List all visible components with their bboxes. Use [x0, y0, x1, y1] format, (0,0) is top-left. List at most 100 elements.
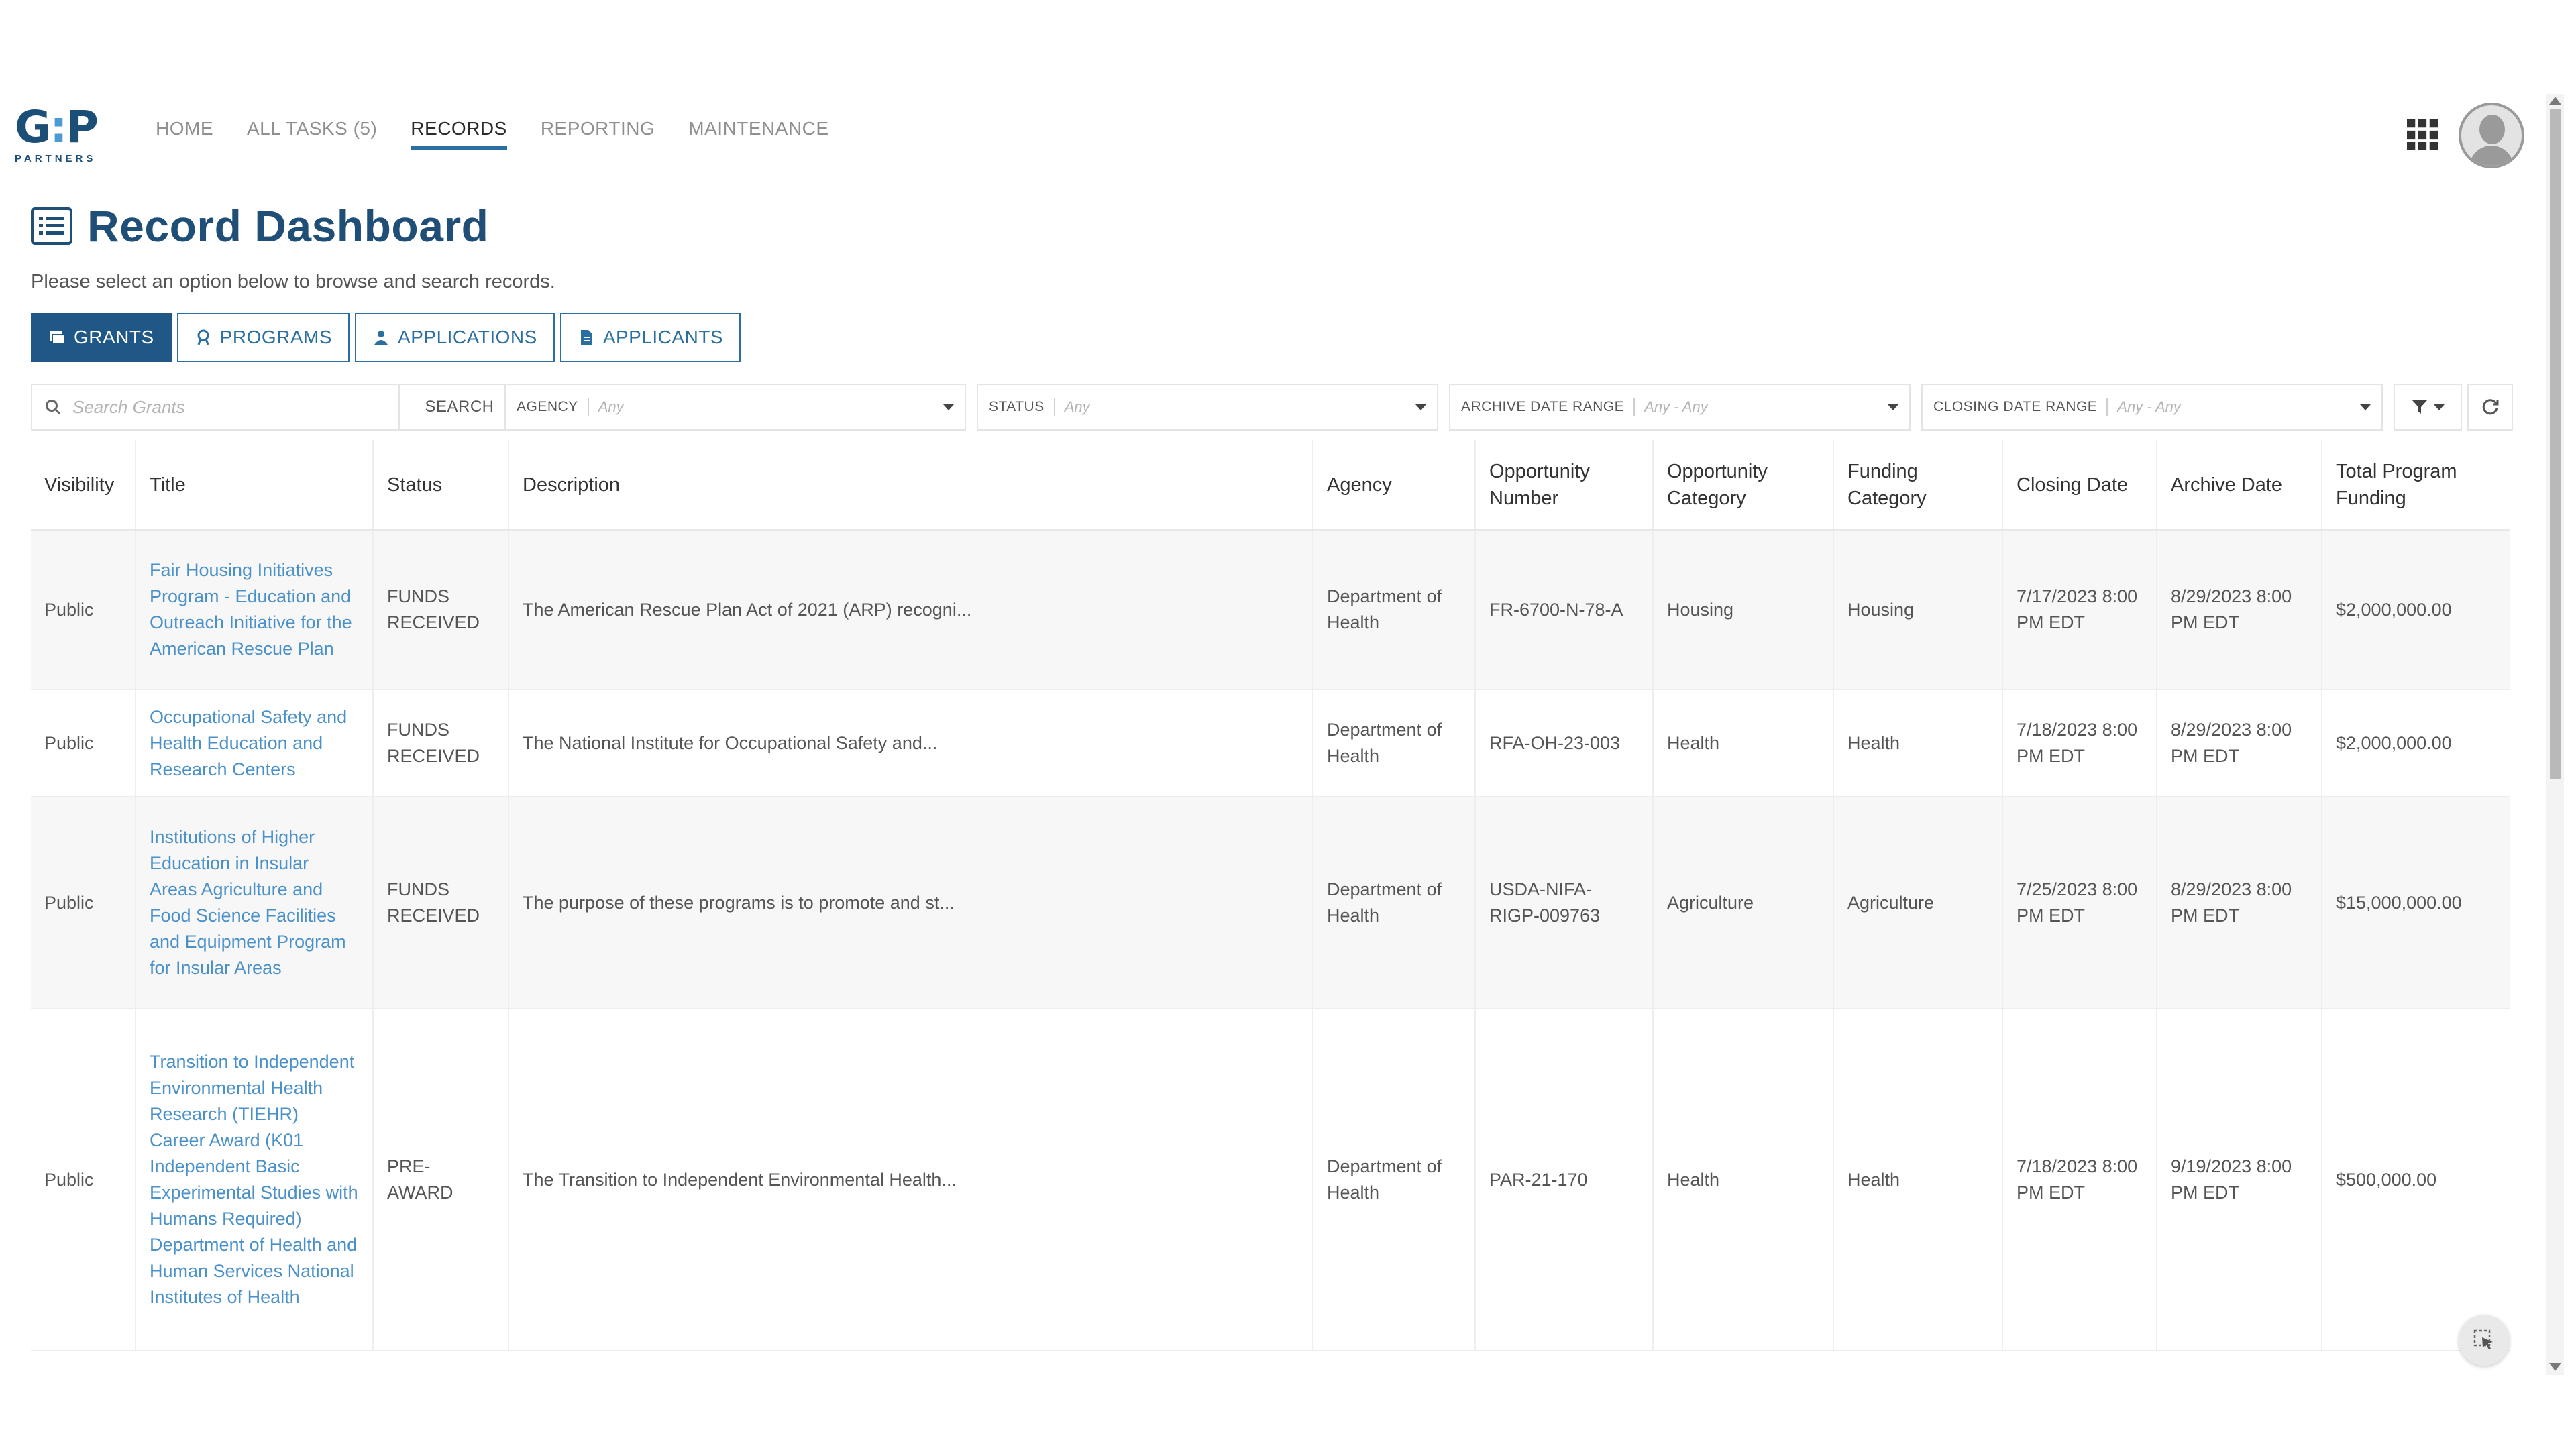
closing-date-range-dropdown[interactable]: CLOSING DATE RANGE Any - Any — [1921, 384, 2383, 431]
cell-funding-category: Health — [1833, 1009, 2003, 1351]
tab-applicants[interactable]: APPLICANTS — [559, 313, 741, 362]
status-filter-dropdown[interactable]: STATUS Any — [977, 384, 1438, 431]
divider — [1633, 398, 1635, 416]
column-header-funding-category[interactable]: Funding Category — [1833, 440, 2003, 531]
column-header-agency[interactable]: Agency — [1313, 440, 1476, 531]
page-title: Record Dashboard — [87, 201, 489, 251]
filter-bar: SEARCH AGENCY Any STATUS Any ARCHIVE DAT… — [31, 384, 2513, 431]
cell-title-link[interactable]: Institutions of Higher Education in Insu… — [136, 797, 374, 1009]
nav-link-all-tasks[interactable]: ALL TASKS (5) — [247, 118, 377, 150]
cell-funding-category: Agriculture — [1833, 797, 2003, 1009]
tab-grants[interactable]: GRANTS — [31, 313, 172, 362]
column-header-closing-date[interactable]: Closing Date — [2002, 440, 2157, 531]
nav-link-maintenance[interactable]: MAINTENANCE — [688, 118, 828, 150]
avatar-head-shape — [2479, 115, 2505, 144]
chevron-down-icon — [1888, 404, 1898, 410]
scroll-thumb[interactable] — [2550, 109, 2561, 779]
cell-visibility: Public — [31, 689, 136, 797]
cell-status: FUNDS RECEIVED — [373, 530, 509, 690]
table-header-row: Visibility Title Status Description Agen… — [31, 440, 2510, 531]
grants-table: Visibility Title Status Description Agen… — [31, 440, 2510, 1351]
column-header-opportunity-category[interactable]: Opportunity Category — [1653, 440, 1834, 531]
app-grid-icon[interactable] — [2407, 119, 2438, 150]
cell-closing-date: 7/18/2023 8:00 PM EDT — [2002, 689, 2157, 797]
cell-funding-category: Housing — [1833, 530, 2003, 690]
table-row[interactable]: Public Institutions of Higher Education … — [31, 797, 2510, 1009]
search-button[interactable]: SEARCH — [400, 384, 521, 431]
column-header-visibility[interactable]: Visibility — [31, 440, 136, 531]
cell-funding-category: Health — [1833, 689, 2003, 797]
table-row[interactable]: Public Occupational Safety and Health Ed… — [31, 689, 2510, 797]
filter-button[interactable] — [2394, 384, 2462, 431]
cell-agency: Department of Health — [1313, 689, 1476, 797]
cell-opportunity-number: RFA-OH-23-003 — [1475, 689, 1654, 797]
divider — [587, 398, 589, 416]
column-header-opportunity-number[interactable]: Opportunity Number — [1475, 440, 1654, 531]
gp-partners-logo[interactable]: G:P PARTNERS — [15, 102, 109, 169]
agency-filter-label: AGENCY — [517, 399, 578, 414]
cell-opportunity-number: PAR-21-170 — [1475, 1009, 1654, 1351]
tab-applications[interactable]: APPLICATIONS — [355, 313, 555, 362]
chevron-down-icon — [2360, 404, 2371, 410]
cell-description: The National Institute for Occupational … — [508, 689, 1313, 797]
cell-archive-date: 9/19/2023 8:00 PM EDT — [2157, 1009, 2322, 1351]
cell-archive-date: 8/29/2023 8:00 PM EDT — [2157, 530, 2322, 690]
divider — [2106, 398, 2108, 416]
archive-date-range-dropdown[interactable]: ARCHIVE DATE RANGE Any - Any — [1449, 384, 1911, 431]
table-row[interactable]: Public Fair Housing Initiatives Program … — [31, 530, 2510, 690]
logo-mark: G:P — [15, 101, 99, 153]
filter-icon — [2412, 400, 2427, 414]
top-navigation: G:P PARTNERS HOME ALL TASKS (5) RECORDS … — [0, 94, 2549, 174]
cell-title-link[interactable]: Occupational Safety and Health Education… — [136, 689, 374, 797]
tab-programs-label: PROGRAMS — [219, 327, 333, 347]
scroll-up-arrow-icon[interactable] — [2549, 97, 2561, 105]
tab-programs[interactable]: PROGRAMS — [176, 313, 350, 362]
column-header-archive-date[interactable]: Archive Date — [2157, 440, 2322, 531]
chevron-down-icon — [2434, 404, 2445, 410]
chevron-down-icon — [943, 404, 954, 410]
cursor-select-icon — [2473, 1329, 2493, 1349]
tab-applicants-label: APPLICANTS — [602, 327, 724, 347]
tab-applications-label: APPLICATIONS — [398, 327, 537, 347]
cell-status: PRE-AWARD — [373, 1009, 509, 1351]
record-dashboard-page: G:P PARTNERS HOME ALL TASKS (5) RECORDS … — [0, 0, 2576, 1444]
cell-description: The American Rescue Plan Act of 2021 (AR… — [508, 530, 1313, 690]
page-scrollbar[interactable] — [2546, 94, 2564, 1375]
column-header-status[interactable]: Status — [373, 440, 509, 531]
cell-opportunity-number: USDA-NIFA-RIGP-009763 — [1475, 797, 1654, 1009]
search-box — [31, 384, 400, 431]
cell-description: The Transition to Independent Environmen… — [508, 1009, 1313, 1351]
cell-closing-date: 7/25/2023 8:00 PM EDT — [2002, 797, 2157, 1009]
status-filter-value: Any — [1064, 398, 1090, 415]
cell-visibility: Public — [31, 530, 136, 690]
agency-filter-value: Any — [598, 398, 624, 415]
grants-icon — [50, 331, 65, 345]
cell-status: FUNDS RECEIVED — [373, 797, 509, 1009]
page-instructions: Please select an option below to browse … — [31, 271, 555, 292]
refresh-button[interactable] — [2467, 384, 2513, 431]
scroll-down-arrow-icon[interactable] — [2549, 1363, 2561, 1371]
cell-status: FUNDS RECEIVED — [373, 689, 509, 797]
cell-agency: Department of Health — [1313, 797, 1476, 1009]
column-header-description[interactable]: Description — [508, 440, 1313, 531]
nav-link-records[interactable]: RECORDS — [411, 118, 507, 150]
column-header-total-program-funding[interactable]: Total Program Funding — [2322, 440, 2510, 531]
record-list-icon — [31, 207, 72, 245]
cell-opportunity-number: FR-6700-N-78-A — [1475, 530, 1654, 690]
cell-closing-date: 7/18/2023 8:00 PM EDT — [2002, 1009, 2157, 1351]
agency-filter-dropdown[interactable]: AGENCY Any — [504, 384, 966, 431]
cell-title-link[interactable]: Transition to Independent Environmental … — [136, 1009, 374, 1351]
floating-action-button[interactable] — [2459, 1315, 2510, 1366]
archive-date-range-label: ARCHIVE DATE RANGE — [1461, 399, 1625, 414]
cell-closing-date: 7/17/2023 8:00 PM EDT — [2002, 530, 2157, 690]
search-input[interactable] — [71, 396, 380, 419]
cell-opportunity-category: Health — [1653, 1009, 1834, 1351]
table-row[interactable]: Public Transition to Independent Environ… — [31, 1009, 2510, 1351]
nav-link-home[interactable]: HOME — [156, 118, 213, 150]
column-header-title[interactable]: Title — [136, 440, 374, 531]
user-avatar[interactable] — [2459, 103, 2524, 168]
cell-description: The purpose of these programs is to prom… — [508, 797, 1313, 1009]
nav-link-reporting[interactable]: REPORTING — [541, 118, 655, 150]
cell-title-link[interactable]: Fair Housing Initiatives Program - Educa… — [136, 530, 374, 690]
closing-date-range-label: CLOSING DATE RANGE — [1933, 399, 2098, 414]
